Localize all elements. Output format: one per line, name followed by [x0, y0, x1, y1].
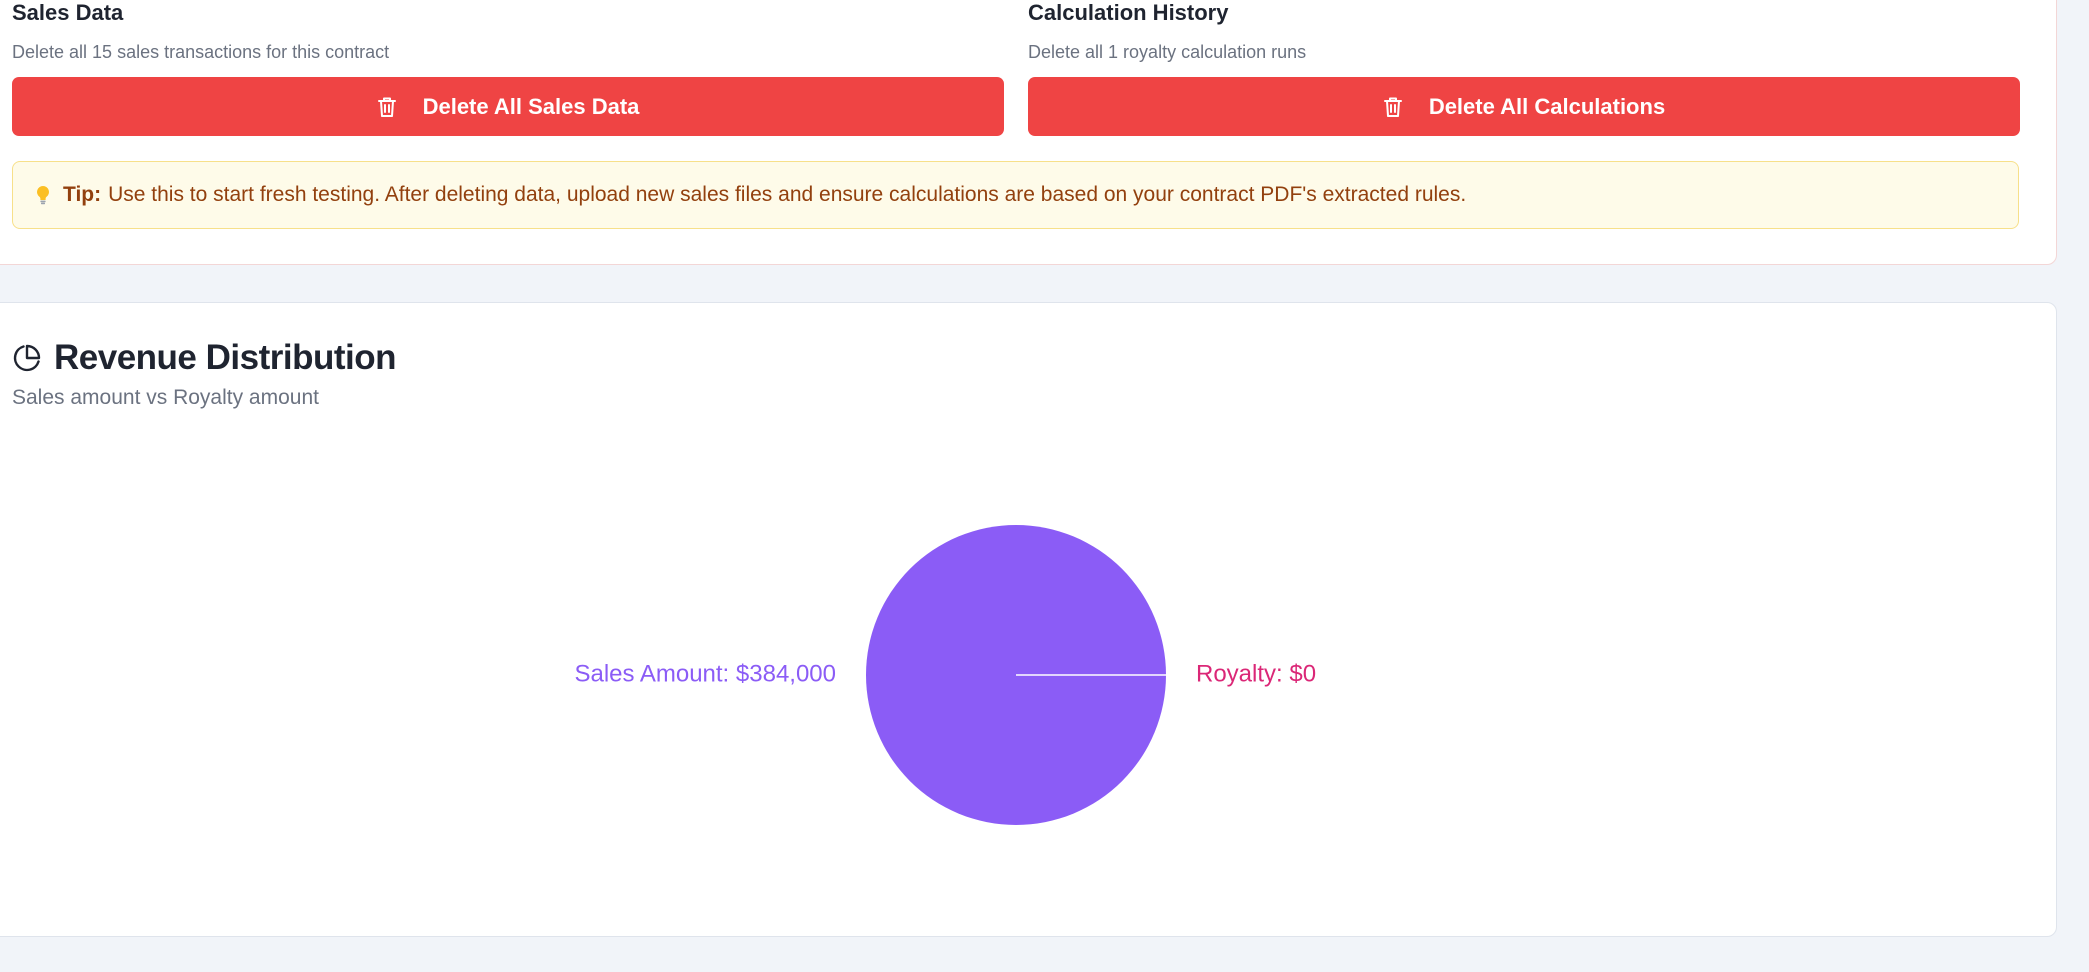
revenue-pie-chart: Sales Amount: $384,000 Royalty: $0	[574, 525, 1316, 825]
slice-royalty-label: Royalty: $0	[1196, 660, 1316, 687]
slice-sales-amount-label: Sales Amount: $384,000	[574, 660, 836, 687]
